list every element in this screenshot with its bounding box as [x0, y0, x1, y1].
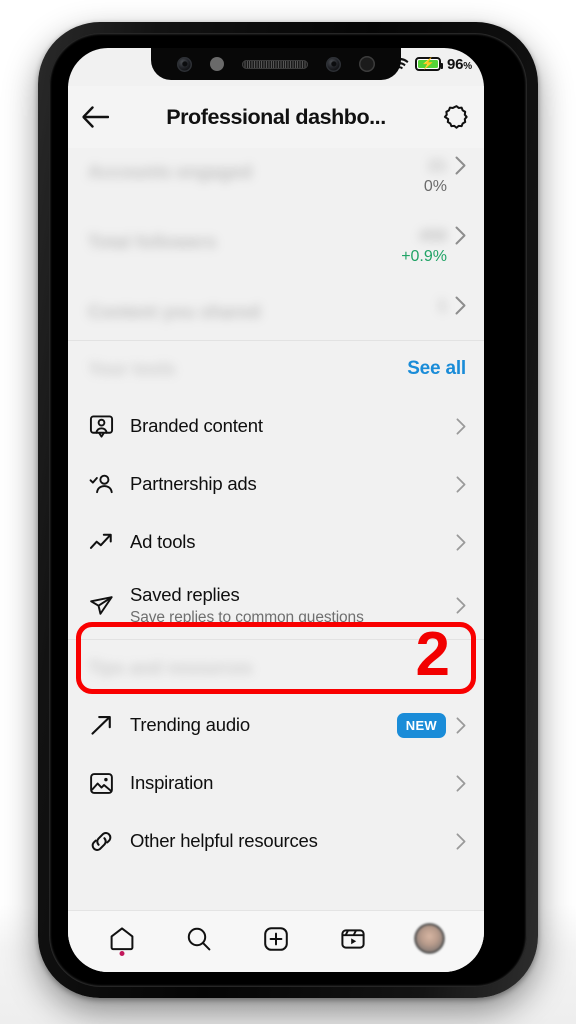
stat-label: Accounts engaged — [88, 162, 253, 182]
list-item-label: Ad tools — [130, 531, 196, 553]
list-item-label: Trending audio — [130, 714, 250, 736]
chevron-right-icon — [456, 832, 466, 850]
dashboard-content: Accounts engaged 21 0% Total followers 4… — [68, 148, 484, 910]
chevron-right-icon — [455, 296, 466, 315]
list-item-partnership-ads[interactable]: Partnership ads — [68, 455, 484, 513]
new-badge: NEW — [396, 712, 446, 738]
table-row[interactable]: Content you shared 1 — [68, 288, 484, 340]
bottom-navigation-bar — [68, 910, 484, 972]
list-item-label: Partnership ads — [130, 473, 257, 495]
nav-search[interactable] — [176, 918, 222, 960]
phone-notch — [151, 48, 401, 80]
chevron-right-icon — [455, 226, 466, 245]
step-number-annotation: 2 — [415, 620, 450, 689]
screenshot-stage: ⚡ 96% Professional dashbo... Accounts en… — [0, 0, 576, 1024]
your-tools-header: Your tools See all — [68, 341, 484, 397]
chevron-right-icon — [456, 533, 466, 551]
section-title: Your tools — [88, 358, 176, 379]
other-helpful-resources-icon — [88, 829, 114, 854]
chevron-right-icon — [456, 417, 466, 435]
nav-home[interactable] — [99, 918, 145, 960]
front-camera-icon — [177, 56, 192, 72]
section-title: Tips and resources — [88, 657, 253, 678]
list-item-branded-content[interactable]: Branded content — [68, 397, 484, 455]
list-item-label: Inspiration — [130, 772, 214, 794]
earpiece-speaker-icon — [242, 59, 308, 69]
list-item-label: Other helpful resources — [130, 830, 318, 852]
stat-label: Total followers — [88, 232, 217, 252]
page-title: Professional dashbo... — [166, 104, 386, 129]
reels-icon — [340, 926, 366, 952]
stat-label: Content you shared — [88, 302, 261, 322]
table-row[interactable]: Total followers 458 +0.9% — [68, 218, 484, 288]
chevron-right-icon — [456, 596, 466, 614]
create-plus-icon — [263, 926, 289, 952]
list-item-inspiration[interactable]: Inspiration — [68, 754, 484, 812]
stat-delta: 0% — [423, 178, 447, 195]
phone-device: ⚡ 96% Professional dashbo... Accounts en… — [38, 22, 538, 998]
chevron-right-icon — [456, 716, 466, 734]
table-row[interactable]: Accounts engaged 21 0% — [68, 148, 484, 218]
list-item-ad-tools[interactable]: Ad tools — [68, 513, 484, 571]
list-item-sublabel: Save replies to common questions — [130, 608, 364, 626]
secondary-camera-icon — [326, 56, 341, 72]
search-icon — [186, 926, 212, 952]
ambient-sensor-icon — [359, 56, 375, 72]
app-header: Professional dashbo... — [68, 86, 484, 148]
nav-create[interactable] — [253, 918, 299, 960]
inspiration-icon — [88, 771, 114, 796]
trending-audio-icon — [88, 713, 114, 738]
nav-reels[interactable] — [330, 918, 376, 960]
settings-button[interactable] — [430, 104, 470, 131]
stat-value: 458 — [418, 226, 447, 245]
battery-percent: 96% — [447, 55, 472, 73]
proximity-sensor-icon — [210, 57, 224, 71]
phone-screen: ⚡ 96% Professional dashbo... Accounts en… — [68, 48, 484, 972]
nav-profile[interactable] — [407, 918, 453, 960]
home-icon — [109, 926, 135, 952]
chevron-right-icon — [456, 774, 466, 792]
stat-delta: +0.9% — [401, 248, 447, 265]
see-all-link[interactable]: See all — [407, 358, 466, 380]
avatar — [416, 925, 444, 952]
gear-icon — [443, 104, 470, 131]
stat-value: 1 — [437, 296, 447, 315]
list-item-other-helpful-resources[interactable]: Other helpful resources — [68, 812, 484, 870]
back-arrow-icon — [82, 106, 109, 128]
chevron-right-icon — [456, 475, 466, 493]
back-button[interactable] — [82, 106, 122, 128]
list-item-trending-audio[interactable]: Trending audio NEW — [68, 696, 484, 754]
list-item-label: Saved replies — [130, 584, 240, 606]
notification-dot — [119, 950, 125, 956]
ad-tools-icon — [88, 530, 114, 555]
branded-content-icon — [88, 414, 114, 439]
chevron-right-icon — [455, 156, 466, 175]
saved-replies-icon — [88, 593, 114, 618]
battery-charging-icon: ⚡ — [415, 57, 443, 71]
partnership-ads-icon — [88, 472, 114, 497]
stat-value: 21 — [428, 156, 447, 175]
list-item-label: Branded content — [130, 415, 263, 437]
